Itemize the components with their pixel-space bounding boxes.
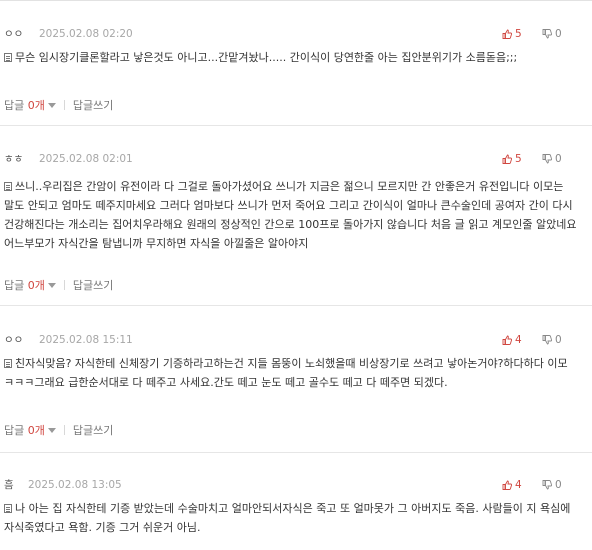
thumb-up-icon bbox=[502, 154, 512, 164]
downvote-button[interactable]: 0 bbox=[542, 475, 562, 495]
comment-date: 2025.02.08 02:01 bbox=[39, 153, 133, 165]
comment-text: 쓰니..우리집은 간암이 유전이라 다 그걸로 돌아가셨어요 쓰니가 지금은 젊… bbox=[4, 180, 577, 250]
thumb-up-icon bbox=[502, 480, 512, 490]
comment-header: 흠 2025.02.08 13:05 4 0 bbox=[4, 475, 582, 495]
comment-item: 흠 2025.02.08 13:05 4 0 나 아는 집 자식한테 기증 받았… bbox=[0, 475, 592, 550]
downvote-count: 0 bbox=[555, 479, 562, 491]
downvote-count: 0 bbox=[555, 334, 562, 346]
divider bbox=[63, 100, 65, 110]
comment-header: ㅇㅇ 2025.02.08 02:20 5 0 bbox=[4, 24, 582, 44]
write-reply-link[interactable]: 답글쓰기 bbox=[73, 424, 113, 437]
comment-date: 2025.02.08 13:05 bbox=[28, 479, 122, 491]
downvote-count: 0 bbox=[555, 153, 562, 165]
comment-nickname: 흠 bbox=[4, 479, 14, 491]
reply-toggle[interactable]: 답글 0개 bbox=[4, 99, 56, 112]
downvote-button[interactable]: 0 bbox=[542, 330, 562, 350]
comment-list: ㅇㅇ 2025.02.08 02:20 5 0 무슨 임시장기클론할라고 낳은것… bbox=[0, 0, 592, 550]
upvote-button[interactable]: 4 bbox=[502, 330, 522, 350]
upvote-count: 4 bbox=[515, 334, 522, 346]
thumb-down-icon bbox=[542, 480, 552, 490]
reply-count: 0개 bbox=[27, 99, 45, 112]
thumb-down-icon bbox=[542, 154, 552, 164]
comment-header: ㅎㅎ 2025.02.08 02:01 5 0 bbox=[4, 149, 582, 169]
comment-votes: 5 0 bbox=[502, 149, 582, 169]
upvote-button[interactable]: 5 bbox=[502, 24, 522, 44]
divider bbox=[63, 425, 65, 435]
upvote-count: 4 bbox=[515, 479, 522, 491]
chevron-down-icon bbox=[47, 283, 56, 288]
comment-date: 2025.02.08 15:11 bbox=[39, 334, 133, 346]
comment-item: ㅎㅎ 2025.02.08 02:01 5 0 쓰니..우리집은 간암이 유전이… bbox=[0, 149, 592, 306]
thumb-up-icon bbox=[502, 29, 512, 39]
comment-nickname: ㅇㅇ bbox=[4, 28, 24, 40]
memo-icon bbox=[4, 359, 12, 368]
upvote-button[interactable]: 5 bbox=[502, 149, 522, 169]
comment-date: 2025.02.08 02:20 bbox=[39, 28, 133, 40]
reply-toggle[interactable]: 답글 0개 bbox=[4, 424, 56, 437]
memo-icon bbox=[4, 504, 12, 513]
comment-footer: 답글 0개 답글쓰기 bbox=[4, 97, 113, 115]
downvote-button[interactable]: 0 bbox=[542, 24, 562, 44]
upvote-count: 5 bbox=[515, 153, 522, 165]
downvote-button[interactable]: 0 bbox=[542, 149, 562, 169]
comment-votes: 4 0 bbox=[502, 475, 582, 495]
reply-count: 0개 bbox=[27, 279, 45, 292]
thumb-down-icon bbox=[542, 335, 552, 345]
comment-nickname: ㅎㅎ bbox=[4, 153, 24, 165]
comment-text: 친자식맞음? 자식한테 신체장기 기증하라고하는건 지들 몸뚱이 노쇠했을때 비… bbox=[4, 357, 568, 389]
thumb-down-icon bbox=[542, 29, 552, 39]
divider bbox=[63, 280, 65, 290]
memo-icon bbox=[4, 182, 12, 191]
chevron-down-icon bbox=[47, 103, 56, 108]
comment-item: ㅇㅇ 2025.02.08 15:11 4 0 친자식맞음? 자식한테 신체장기… bbox=[0, 330, 592, 453]
comment-footer: 답글 0개 답글쓰기 bbox=[4, 277, 113, 295]
comment-text: 나 아는 집 자식한테 기증 받았는데 수술마치고 얼마안되서자식은 죽고 또 … bbox=[4, 502, 571, 534]
comment-item: ㅇㅇ 2025.02.08 02:20 5 0 무슨 임시장기클론할라고 낳은것… bbox=[0, 24, 592, 126]
downvote-count: 0 bbox=[555, 28, 562, 40]
thumb-up-icon bbox=[502, 335, 512, 345]
comment-nickname: ㅇㅇ bbox=[4, 334, 24, 346]
write-reply-link[interactable]: 답글쓰기 bbox=[73, 99, 113, 112]
reply-toggle[interactable]: 답글 0개 bbox=[4, 279, 56, 292]
comment-footer: 답글 0개 답글쓰기 bbox=[4, 422, 113, 440]
chevron-down-icon bbox=[47, 428, 56, 433]
upvote-count: 5 bbox=[515, 28, 522, 40]
comment-votes: 4 0 bbox=[502, 330, 582, 350]
comment-votes: 5 0 bbox=[502, 24, 582, 44]
write-reply-link[interactable]: 답글쓰기 bbox=[73, 279, 113, 292]
reply-count: 0개 bbox=[27, 424, 45, 437]
comment-text: 무슨 임시장기클론할라고 낳은것도 아니고...간맡겨놨나..... 간이식이 … bbox=[4, 48, 584, 67]
memo-icon bbox=[4, 53, 12, 62]
upvote-button[interactable]: 4 bbox=[502, 475, 522, 495]
comment-header: ㅇㅇ 2025.02.08 15:11 4 0 bbox=[4, 330, 582, 350]
